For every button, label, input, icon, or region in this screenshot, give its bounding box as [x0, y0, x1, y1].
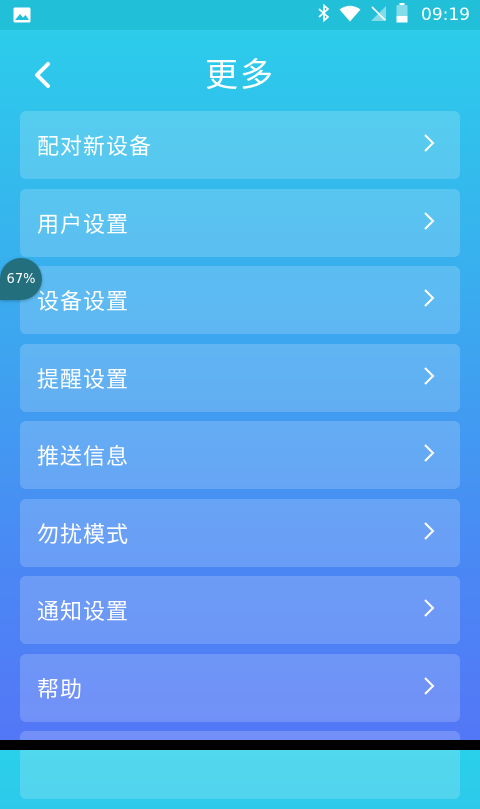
settings-menu: 配对新设备 用户设置 设备设置 提醒设置 推送信息 勿扰模式 通知设置 帮助	[20, 111, 460, 809]
battery-icon	[396, 3, 408, 27]
clock: 09:19	[421, 5, 470, 25]
menu-item-device-settings[interactable]: 设备设置	[20, 266, 460, 334]
no-sim-icon	[370, 5, 387, 26]
chevron-right-icon	[422, 442, 436, 468]
chevron-right-icon	[422, 597, 436, 623]
wifi-icon	[339, 5, 361, 26]
status-icons: 09:19	[318, 0, 470, 30]
menu-item-user-settings[interactable]: 用户设置	[20, 188, 460, 257]
chevron-right-icon	[422, 287, 436, 313]
menu-item-label: 提醒设置	[37, 367, 130, 393]
menu-item-reminder-settings[interactable]: 提醒设置	[20, 343, 460, 412]
bluetooth-icon	[318, 3, 330, 26]
menu-item-label: 通知设置	[37, 600, 130, 625]
menu-item-pair-device[interactable]: 配对新设备	[20, 111, 460, 179]
chevron-right-icon	[422, 132, 436, 158]
chevron-right-icon	[422, 365, 436, 391]
menu-item-label: 配对新设备	[37, 135, 153, 160]
chevron-right-icon	[422, 675, 436, 701]
page-title: 更多	[205, 55, 275, 94]
badge-text: 67%	[6, 271, 36, 287]
image-icon	[13, 7, 31, 27]
bottom-edge	[0, 740, 480, 750]
menu-item-label: 勿扰模式	[37, 522, 130, 548]
menu-item-notification-settings[interactable]: 通知设置	[20, 576, 460, 644]
header: 更多	[0, 30, 480, 110]
chevron-right-icon	[422, 210, 436, 236]
menu-item-label: 用户设置	[37, 212, 130, 238]
chevron-right-icon	[422, 520, 436, 546]
menu-item-do-not-disturb[interactable]: 勿扰模式	[20, 498, 460, 567]
status-bar: 09:19	[0, 0, 480, 30]
menu-item-label: 推送信息	[37, 445, 130, 470]
menu-item-help[interactable]: 帮助	[20, 653, 460, 722]
menu-item-label: 帮助	[37, 677, 84, 703]
menu-item-label: 设备设置	[37, 290, 130, 315]
floating-percent-badge[interactable]: 67%	[0, 258, 42, 300]
menu-item-push-info[interactable]: 推送信息	[20, 421, 460, 489]
